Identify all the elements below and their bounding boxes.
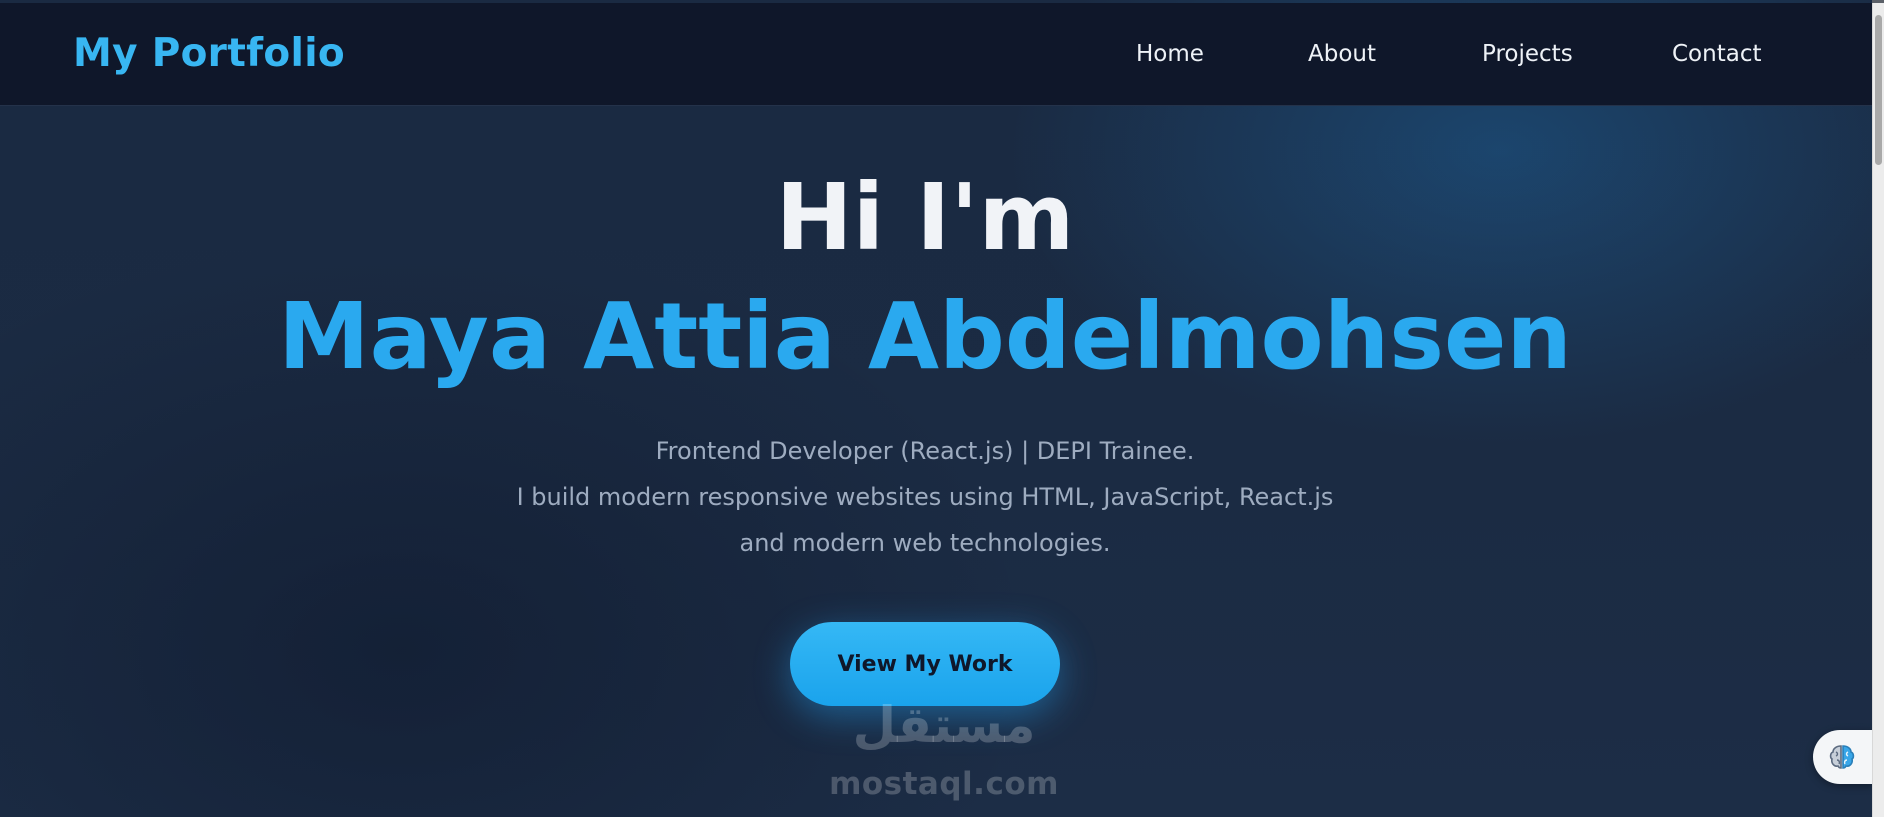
scrollbar-thumb[interactable] (1875, 15, 1882, 165)
nav-link-projects[interactable]: Projects (1482, 41, 1573, 67)
site-logo[interactable]: My Portfolio (73, 31, 345, 76)
hero-description-line: I build modern responsive websites using… (516, 483, 1334, 511)
navbar: My Portfolio Home About Projects Contact (0, 3, 1872, 106)
hero-name: Maya Attia Abdelmohsen (278, 283, 1572, 390)
floating-assistant-widget[interactable] (1813, 730, 1873, 784)
vertical-scrollbar[interactable] (1872, 3, 1884, 817)
nav-link-home[interactable]: Home (1136, 41, 1204, 67)
hero-greeting: Hi I'm (775, 164, 1075, 271)
view-my-work-button[interactable]: View My Work (790, 622, 1060, 706)
nav-link-about[interactable]: About (1308, 41, 1376, 67)
hero-section: Hi I'm Maya Attia Abdelmohsen Frontend D… (0, 106, 1850, 817)
nav-link-contact[interactable]: Contact (1672, 41, 1761, 67)
hero-description-line: Frontend Developer (React.js) | DEPI Tra… (655, 437, 1195, 465)
hero-description-line: and modern web technologies. (739, 529, 1111, 557)
page-viewport: My Portfolio Home About Projects Contact… (0, 0, 1872, 817)
hero-description: Frontend Developer (React.js) | DEPI Tra… (0, 428, 1850, 566)
